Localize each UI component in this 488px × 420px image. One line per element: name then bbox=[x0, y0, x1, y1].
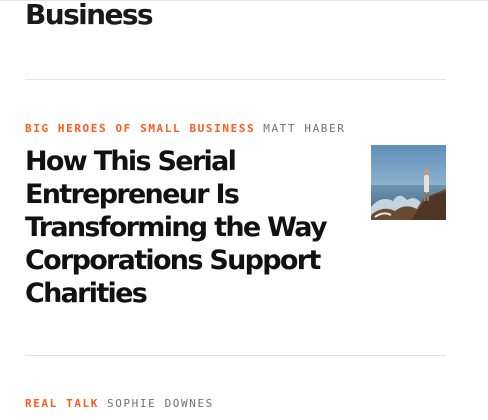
story-divider bbox=[25, 79, 446, 80]
category-link[interactable]: REAL TALK bbox=[25, 397, 99, 410]
story-headline[interactable]: How This Serial Entrepreneur Is Transfor… bbox=[25, 145, 345, 310]
category-link[interactable]: BIG HEROES OF SMALL BUSINESS bbox=[25, 122, 255, 135]
next-story-meta: REAL TALK SOPHIE DOWNES bbox=[25, 397, 214, 411]
author-link[interactable]: MATT HABER bbox=[263, 122, 345, 135]
featured-story-meta: BIG HEROES OF SMALL BUSINESS MATT HABER bbox=[25, 122, 345, 136]
thumbnail-image bbox=[371, 145, 446, 220]
author-link[interactable]: SOPHIE DOWNES bbox=[107, 397, 214, 410]
story-thumbnail[interactable] bbox=[371, 145, 446, 220]
previous-story-title[interactable]: Business bbox=[25, 0, 154, 32]
story-divider bbox=[25, 355, 446, 356]
